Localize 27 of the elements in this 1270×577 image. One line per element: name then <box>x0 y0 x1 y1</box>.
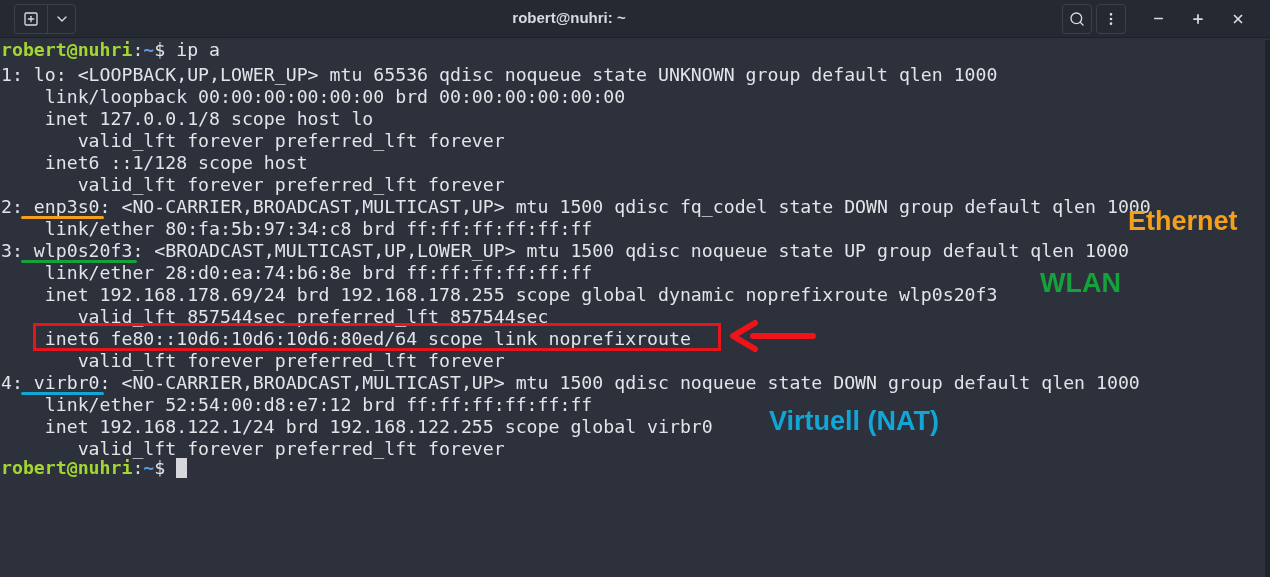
maximize-icon <box>1191 11 1205 26</box>
terminal-line: link/ether 80:fa:5b:97:34:c8 brd ff:ff:ff:ff:ff:ff <box>44 218 593 239</box>
arrow-icon <box>728 319 817 353</box>
terminal-line: 1: lo: <LOOPBACK,UP,LOWER_UP> mtu 65536 qdisc noqueue state UNKNOWN group default qlen 1000 <box>1 64 998 85</box>
terminal-line: inet6 ::1/128 scope host <box>44 152 308 173</box>
terminal-line: link/ether 28:d0:ea:74:b6:8e brd ff:ff:ff:ff:ff:ff <box>44 262 593 283</box>
terminal-line: valid_lft forever preferred_lft forever <box>77 130 505 151</box>
terminal-line: inet 127.0.0.1/8 scope host lo <box>44 108 374 129</box>
prompt-line: robert@nuhri:~$ ip a <box>1 39 220 61</box>
terminal-line: inet 192.168.122.1/24 brd 192.168.122.255 scope global virbr0 <box>44 416 713 437</box>
search-icon <box>1069 10 1085 27</box>
terminal-line: 4: virbr0: <NO-CARRIER,BROADCAST,MULTICAST,UP> mtu 1500 qdisc noqueue state DOWN group default qlen 1000 <box>1 372 1140 393</box>
annotation-label: Virtuell (NAT) <box>769 405 939 437</box>
terminal-line: link/ether 52:54:00:d8:e7:12 brd ff:ff:ff:ff:ff:ff <box>44 394 593 415</box>
terminal-line: link/loopback 00:00:00:00:00:00 brd 00:00:00:00:00:00 <box>44 86 626 107</box>
terminal-line: valid_lft forever preferred_lft forever <box>77 174 505 195</box>
terminal-line: valid_lft forever preferred_lft forever <box>77 350 505 371</box>
terminal-line: valid_lft 857544sec preferred_lft 857544sec <box>77 306 549 327</box>
annotation-label: WLAN <box>1040 267 1121 299</box>
window-title: robert@nuhri: ~ <box>512 8 626 29</box>
terminal-line: inet 192.168.178.69/24 brd 192.168.178.255 scope global dynamic noprefixroute wlp0s20f3 <box>44 284 998 305</box>
prompt-line: robert@nuhri:~$ <box>1 457 166 479</box>
terminal-line: 3: wlp0s20f3: <BROADCAST,MULTICAST,UP,LOWER_UP> mtu 1500 qdisc noqueue state UP group default qlen 1000 <box>1 240 1129 261</box>
search-button[interactable] <box>1062 3 1092 34</box>
terminal-line: valid_lft forever preferred_lft forever <box>77 438 505 459</box>
terminal-line: inet6 fe80::10d6:10d6:10d6:80ed/64 scope link noprefixroute <box>44 328 691 349</box>
new-tab-icon <box>23 10 39 27</box>
